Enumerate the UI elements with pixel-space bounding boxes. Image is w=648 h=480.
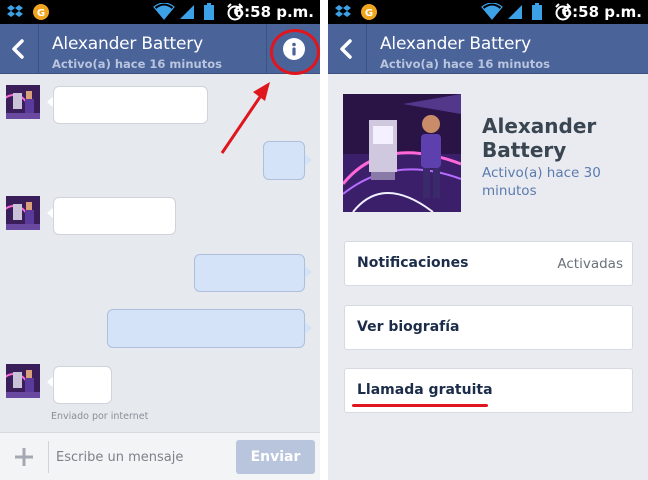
- profile-last-active: Activo(a) hace 30 minutos: [482, 165, 601, 199]
- dropbox-icon: [335, 5, 351, 17]
- contact-name: Alexander Battery: [380, 34, 531, 54]
- profile-header: Alexander Battery Activo(a) hace 16 minu…: [328, 24, 648, 74]
- attach-button[interactable]: [0, 433, 48, 480]
- contact-last-active: Activo(a) hace 16 minutos: [380, 57, 550, 71]
- chat-screen: G 6:58 p.m. Alexander Battery Activo(a) …: [0, 0, 320, 480]
- status-time: 6:58 p.m.: [561, 3, 642, 21]
- signal-icon: [508, 5, 522, 19]
- notification-icon: G: [361, 4, 377, 20]
- profile-name: Alexander Battery: [482, 114, 597, 162]
- notifications-row[interactable]: Notificaciones Activadas: [344, 241, 633, 286]
- back-arrow-icon: [340, 39, 352, 59]
- composer-divider: [48, 441, 49, 473]
- header-divider: [366, 24, 367, 74]
- svg-text:G: G: [365, 8, 373, 19]
- message-input[interactable]: [56, 443, 226, 471]
- status-bar: G 6:58 p.m.: [328, 0, 648, 24]
- profile-photo[interactable]: [343, 94, 461, 212]
- back-button[interactable]: [328, 24, 366, 74]
- view-biography-row[interactable]: Ver biografía: [344, 305, 633, 350]
- row-label: Notificaciones: [357, 255, 469, 271]
- row-label: Ver biografía: [357, 319, 460, 335]
- row-label: Llamada gratuita: [357, 382, 493, 398]
- battery-icon: [532, 3, 542, 20]
- wifi-icon: [481, 3, 503, 20]
- annotation-arrow: [220, 82, 270, 154]
- annotation-underline: [352, 404, 488, 407]
- profile-screen: G 6:58 p.m. Alexander Battery Activo(a) …: [328, 0, 648, 480]
- send-button[interactable]: Enviar: [236, 440, 315, 474]
- message-composer: Enviar: [0, 432, 320, 480]
- plus-icon: [15, 448, 33, 466]
- row-value: Activadas: [557, 256, 623, 272]
